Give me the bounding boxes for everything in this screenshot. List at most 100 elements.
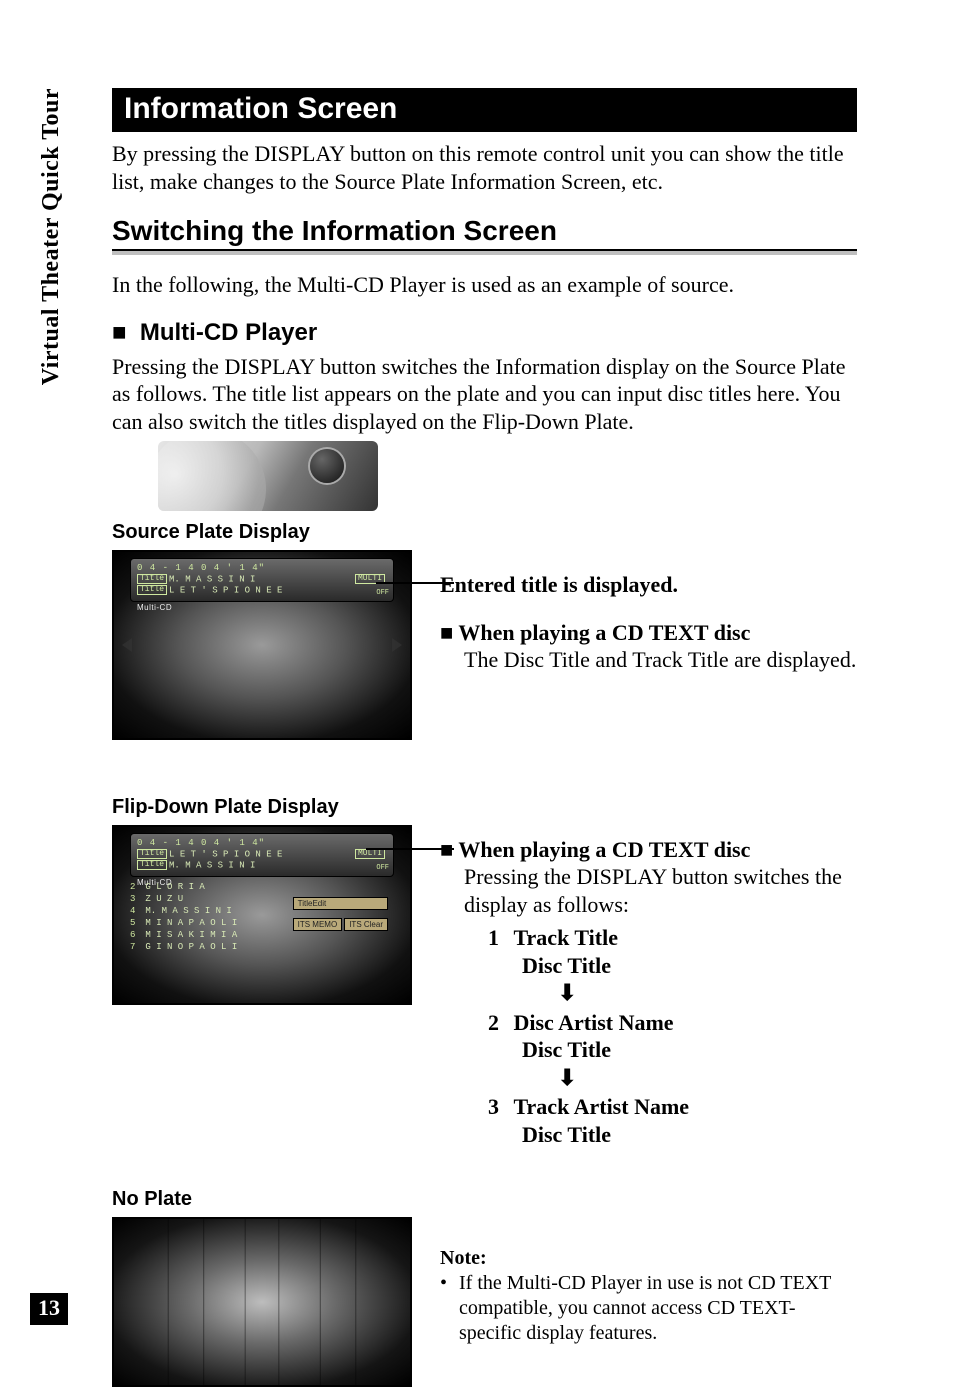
list-item: 2 G L O R I A xyxy=(130,881,290,893)
note-body: • If the Multi-CD Player in use is not C… xyxy=(440,1271,857,1346)
subsection-heading: Switching the Information Screen xyxy=(112,215,857,255)
seq-item-2: 2 Disc Artist Name Disc Title ⬇ xyxy=(488,1009,857,1092)
seq-item-1: 1 Track Title Disc Title ⬇ xyxy=(488,924,857,1007)
seq-num: 2 xyxy=(488,1009,508,1037)
row-source-plate: 0 4 - 1 4 0 4 ' 1 4" TitleM. M A S S I N… xyxy=(112,550,857,740)
plate-title-line: M. M A S S I N I xyxy=(169,574,255,584)
cd-text-body-1: The Disc Title and Track Title are displ… xyxy=(464,646,857,674)
square-bullet-icon: ■ xyxy=(440,620,458,645)
title-edit-button: TitleEdit xyxy=(293,897,388,910)
seq-line-a: Track Artist Name xyxy=(514,1094,690,1119)
col-source-plate-figure: 0 4 - 1 4 0 4 ' 1 4" TitleM. M A S S I N… xyxy=(112,550,412,740)
display-button-icon xyxy=(310,449,344,483)
cd-text-header-2-text: When playing a CD TEXT disc xyxy=(458,837,750,862)
no-plate-figure xyxy=(112,1217,412,1387)
fd-subtitle-line: M. M A S S I N I xyxy=(169,861,255,871)
track-num: 3 xyxy=(130,893,140,905)
down-arrow-icon: ⬇ xyxy=(558,1064,857,1092)
side-section-label-text: Virtual Theater Quick Tour xyxy=(38,88,65,385)
seq-line-b: Disc Title xyxy=(522,1121,857,1149)
cd-text-body-2: Pressing the DISPLAY button switches the… xyxy=(464,863,857,918)
off-badge: OFF xyxy=(376,863,389,874)
seq-item-3: 3 Track Artist Name Disc Title xyxy=(488,1093,857,1148)
its-clear-button: ITS Clear xyxy=(344,918,388,931)
leader-line xyxy=(366,848,454,850)
heading-underline-shadow xyxy=(112,251,857,255)
track-title: Z U Z U xyxy=(145,894,183,904)
callout-entered-title: Entered title is displayed. xyxy=(440,572,857,598)
fd-time-line: 0 4 - 1 4 0 4 ' 1 4" xyxy=(137,838,387,849)
note-block: Note: • If the Multi-CD Player in use is… xyxy=(440,1246,857,1346)
list-item: 6 M I S A K I M I A xyxy=(130,929,290,941)
caption-flip-down: Flip-Down Plate Display xyxy=(112,796,857,819)
track-title: M. M A S S I N I xyxy=(145,906,231,916)
list-item: 3 Z U Z U xyxy=(130,893,290,905)
tag-subtitle-icon: Title xyxy=(137,585,167,595)
page-number-text: 13 xyxy=(38,1295,60,1320)
tag-subtitle-icon: Title xyxy=(137,860,167,870)
nav-left-icon xyxy=(122,638,132,652)
off-badge: OFF xyxy=(376,588,389,599)
list-item: 5 M I N A P A O L I xyxy=(130,917,290,929)
multi-cd-label: Multi-CD xyxy=(137,602,172,613)
subsection-intro: In the following, the Multi-CD Player is… xyxy=(112,271,857,299)
track-title: G L O R I A xyxy=(145,882,204,892)
section-title: Information Screen xyxy=(112,88,857,132)
track-title: G I N O P A O L I xyxy=(145,942,237,952)
source-plate-figure: 0 4 - 1 4 0 4 ' 1 4" TitleM. M A S S I N… xyxy=(112,550,412,740)
seq-num: 3 xyxy=(488,1093,508,1121)
cd-text-header-1: ■ When playing a CD TEXT disc xyxy=(440,620,857,646)
track-num: 7 xyxy=(130,941,140,953)
col-source-plate-text: Entered title is displayed. ■ When playi… xyxy=(440,550,857,674)
flip-down-buttons: TitleEdit ITS MEMO ITS Clear xyxy=(293,897,388,931)
list-item: 7 G I N O P A O L I xyxy=(130,941,290,953)
square-bullet-icon: ■ xyxy=(112,319,140,346)
mode-badge: MULTI xyxy=(355,849,385,859)
seq-line-a: Disc Artist Name xyxy=(514,1010,674,1035)
row-flip-down: 0 4 - 1 4 0 4 ' 1 4" TitleL E T ' S P I … xyxy=(112,825,857,1148)
col-note: Note: • If the Multi-CD Player in use is… xyxy=(440,1178,857,1346)
cd-text-header-1-text: When playing a CD TEXT disc xyxy=(458,620,750,645)
subsection-heading-text: Switching the Information Screen xyxy=(112,215,857,247)
nav-right-icon xyxy=(392,638,402,652)
cd-text-block-1: ■ When playing a CD TEXT disc The Disc T… xyxy=(440,620,857,674)
topic-heading: ■ Multi-CD Player xyxy=(112,319,857,347)
display-sequence-list: 1 Track Title Disc Title ⬇ 2 Disc Artist… xyxy=(488,924,857,1148)
remote-control-figure xyxy=(158,441,378,511)
col-flip-down-figure: 0 4 - 1 4 0 4 ' 1 4" TitleL E T ' S P I … xyxy=(112,825,412,1005)
track-title: M I S A K I M I A xyxy=(145,930,237,940)
side-section-label: Virtual Theater Quick Tour xyxy=(38,88,78,418)
track-num: 6 xyxy=(130,929,140,941)
note-text: If the Multi-CD Player in use is not CD … xyxy=(459,1271,856,1346)
seq-line-a: Track Title xyxy=(514,925,619,950)
intro-paragraph: By pressing the DISPLAY button on this r… xyxy=(112,140,857,195)
section-title-text: Information Screen xyxy=(124,92,397,125)
its-memo-button: ITS MEMO xyxy=(293,918,343,931)
seq-line-b: Disc Title xyxy=(522,952,857,980)
list-item: 4 M. M A S S I N I xyxy=(130,905,290,917)
flip-down-plate-panel: 0 4 - 1 4 0 4 ' 1 4" TitleL E T ' S P I … xyxy=(130,833,394,877)
flip-down-figure: 0 4 - 1 4 0 4 ' 1 4" TitleL E T ' S P I … xyxy=(112,825,412,1005)
caption-source-plate: Source Plate Display xyxy=(112,521,857,544)
plate-subtitle-line: L E T ' S P I O N E E xyxy=(169,586,282,596)
leader-line xyxy=(376,582,454,584)
plate-time-line: 0 4 - 1 4 0 4 ' 1 4" xyxy=(137,563,387,574)
tag-title-icon: Title xyxy=(137,574,167,584)
down-arrow-icon: ⬇ xyxy=(558,979,857,1007)
its-button-row: ITS MEMO ITS Clear xyxy=(293,918,388,931)
cd-text-block-2: ■ When playing a CD TEXT disc Pressing t… xyxy=(440,837,857,918)
page: Virtual Theater Quick Tour 13 Informatio… xyxy=(0,0,954,1355)
tag-title-icon: Title xyxy=(137,849,167,859)
source-plate-panel: 0 4 - 1 4 0 4 ' 1 4" TitleM. M A S S I N… xyxy=(130,558,394,602)
col-flip-down-text: ■ When playing a CD TEXT disc Pressing t… xyxy=(440,825,857,1148)
note-header: Note: xyxy=(440,1246,857,1271)
seq-line-b: Disc Title xyxy=(522,1036,857,1064)
bullet-icon: • xyxy=(440,1271,454,1296)
cd-text-header-2: ■ When playing a CD TEXT disc xyxy=(440,837,857,863)
fd-title-line: L E T ' S P I O N E E xyxy=(169,849,282,859)
topic-body: Pressing the DISPLAY button switches the… xyxy=(112,353,857,436)
main-content: Information Screen By pressing the DISPL… xyxy=(112,88,857,1387)
seq-num: 1 xyxy=(488,924,508,952)
topic-heading-text: Multi-CD Player xyxy=(140,319,317,346)
flip-down-track-list: 2 G L O R I A 3 Z U Z U 4 M. M A S S I N… xyxy=(130,881,290,953)
